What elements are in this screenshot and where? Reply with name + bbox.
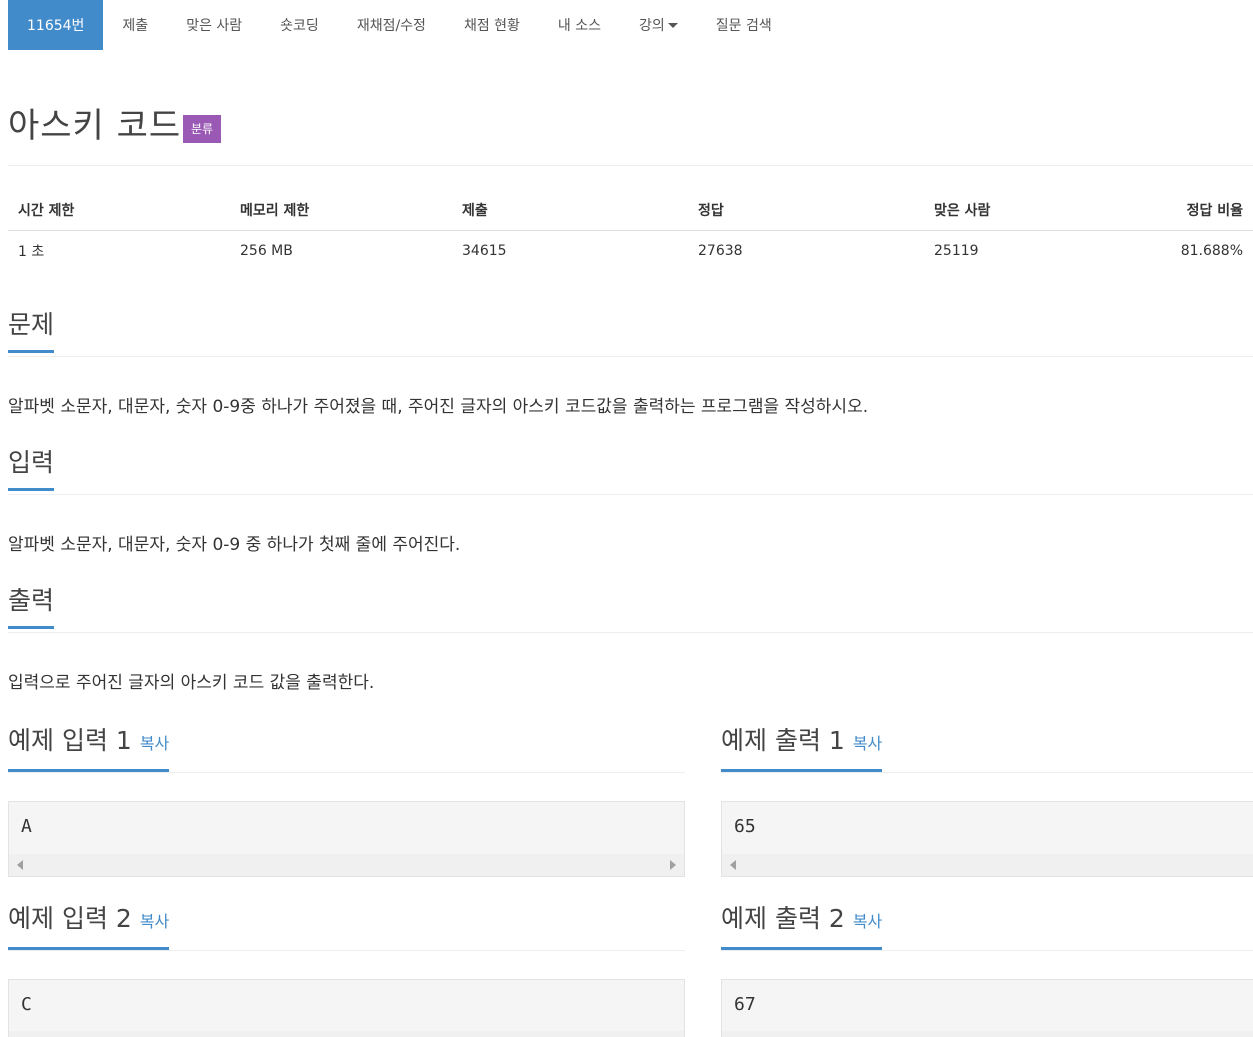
table-row: 1 초 256 MB 34615 27638 25119 81.688% xyxy=(8,231,1253,272)
copy-sample-output-2-button[interactable]: 복사 xyxy=(853,912,882,931)
copy-sample-input-2-button[interactable]: 복사 xyxy=(140,912,169,931)
sample-output-1-title: 예제 출력 1 xyxy=(721,726,845,755)
scroll-left-icon[interactable] xyxy=(730,860,736,870)
table-header-row: 시간 제한 메모리 제한 제출 정답 맞은 사람 정답 비율 xyxy=(8,190,1253,231)
value-accepted: 27638 xyxy=(698,243,743,259)
tab-shortcoding[interactable]: 숏코딩 xyxy=(261,0,338,50)
tab-lecture-label: 강의 xyxy=(639,18,665,34)
tab-problem[interactable]: 11654번 xyxy=(8,0,104,50)
horizontal-scrollbar[interactable] xyxy=(9,1031,684,1037)
sample-output-2-value: 67 xyxy=(734,994,756,1015)
scroll-left-icon[interactable] xyxy=(17,860,23,870)
tab-status[interactable]: 채점 현황 xyxy=(445,0,539,50)
value-accept-ratio: 81.688% xyxy=(1180,243,1243,259)
horizontal-scrollbar[interactable] xyxy=(722,854,1253,876)
caret-down-icon xyxy=(667,22,678,28)
value-submissions: 34615 xyxy=(462,243,507,259)
horizontal-scrollbar[interactable] xyxy=(722,1031,1253,1037)
sample-input-1-box[interactable]: A xyxy=(8,801,685,877)
description-title: 문제 xyxy=(8,308,55,353)
input-title: 입력 xyxy=(8,446,55,491)
sample-output-1-title-wrap: 예제 출력 1 복사 xyxy=(721,724,883,772)
sample-output-1-value: 65 xyxy=(734,816,756,837)
sample-input-2-title: 예제 입력 2 xyxy=(8,904,132,933)
tab-solved[interactable]: 맞은 사람 xyxy=(167,0,261,50)
header-accepted: 정답 xyxy=(688,190,924,231)
sample-output-1-heading: 예제 출력 1 복사 xyxy=(721,724,1253,773)
tab-lecture[interactable]: 강의 xyxy=(620,0,697,50)
sample-input-1-heading: 예제 입력 1 복사 xyxy=(8,724,685,773)
sample-input-2-box[interactable]: C xyxy=(8,979,685,1037)
output-heading: 출력 xyxy=(8,584,1253,633)
sample-input-1-value: A xyxy=(21,816,32,837)
category-badge[interactable]: 분류 xyxy=(183,115,222,143)
header-solved-users: 맞은 사람 xyxy=(924,190,1160,231)
sample-output-1-box[interactable]: 65 xyxy=(721,801,1253,877)
header-memory-limit: 메모리 제한 xyxy=(230,190,452,231)
sample-input-2-title-wrap: 예제 입력 2 복사 xyxy=(8,902,170,950)
problem-title-row: 아스키 코드 분류 xyxy=(8,96,1253,166)
problem-info-table: 시간 제한 메모리 제한 제출 정답 맞은 사람 정답 비율 1 초 256 M… xyxy=(8,190,1253,271)
copy-sample-output-1-button[interactable]: 복사 xyxy=(853,734,882,753)
sample-input-1-title: 예제 입력 1 xyxy=(8,726,132,755)
description-heading: 문제 xyxy=(8,308,1253,357)
description-text: 알파벳 소문자, 대문자, 숫자 0-9중 하나가 주어졌을 때, 주어진 글자… xyxy=(8,397,869,417)
sample-input-2-value: C xyxy=(21,994,32,1015)
header-time-limit: 시간 제한 xyxy=(8,190,230,231)
scroll-right-icon[interactable] xyxy=(670,860,676,870)
sample-output-2-box[interactable]: 67 xyxy=(721,979,1253,1037)
output-text: 입력으로 주어진 글자의 아스키 코드 값을 출력한다. xyxy=(8,673,375,693)
value-solved-users: 25119 xyxy=(934,243,979,259)
header-accept-ratio: 정답 비율 xyxy=(1160,190,1253,231)
output-title: 출력 xyxy=(8,584,55,629)
tab-submit[interactable]: 제출 xyxy=(103,0,167,50)
sample-input-2-heading: 예제 입력 2 복사 xyxy=(8,902,685,951)
sample-input-1-title-wrap: 예제 입력 1 복사 xyxy=(8,724,170,772)
problem-title: 아스키 코드 xyxy=(8,106,182,146)
input-text: 알파벳 소문자, 대문자, 숫자 0-9 중 하나가 첫째 줄에 주어진다. xyxy=(8,535,461,555)
tab-rejudge[interactable]: 재채점/수정 xyxy=(338,0,445,50)
horizontal-scrollbar[interactable] xyxy=(9,854,684,876)
problem-nav: 11654번 제출 맞은 사람 숏코딩 재채점/수정 채점 현황 내 소스 강의… xyxy=(8,0,791,50)
sample-output-2-heading: 예제 출력 2 복사 xyxy=(721,902,1253,951)
value-memory-limit: 256 MB xyxy=(240,243,293,259)
sample-output-2-title: 예제 출력 2 xyxy=(721,904,845,933)
copy-sample-input-1-button[interactable]: 복사 xyxy=(140,734,169,753)
header-submissions: 제출 xyxy=(452,190,688,231)
value-time-limit: 1 초 xyxy=(18,244,45,260)
tab-my-source[interactable]: 내 소스 xyxy=(539,0,620,50)
tab-question-search[interactable]: 질문 검색 xyxy=(697,0,791,50)
sample-output-2-title-wrap: 예제 출력 2 복사 xyxy=(721,902,883,950)
input-heading: 입력 xyxy=(8,446,1253,495)
